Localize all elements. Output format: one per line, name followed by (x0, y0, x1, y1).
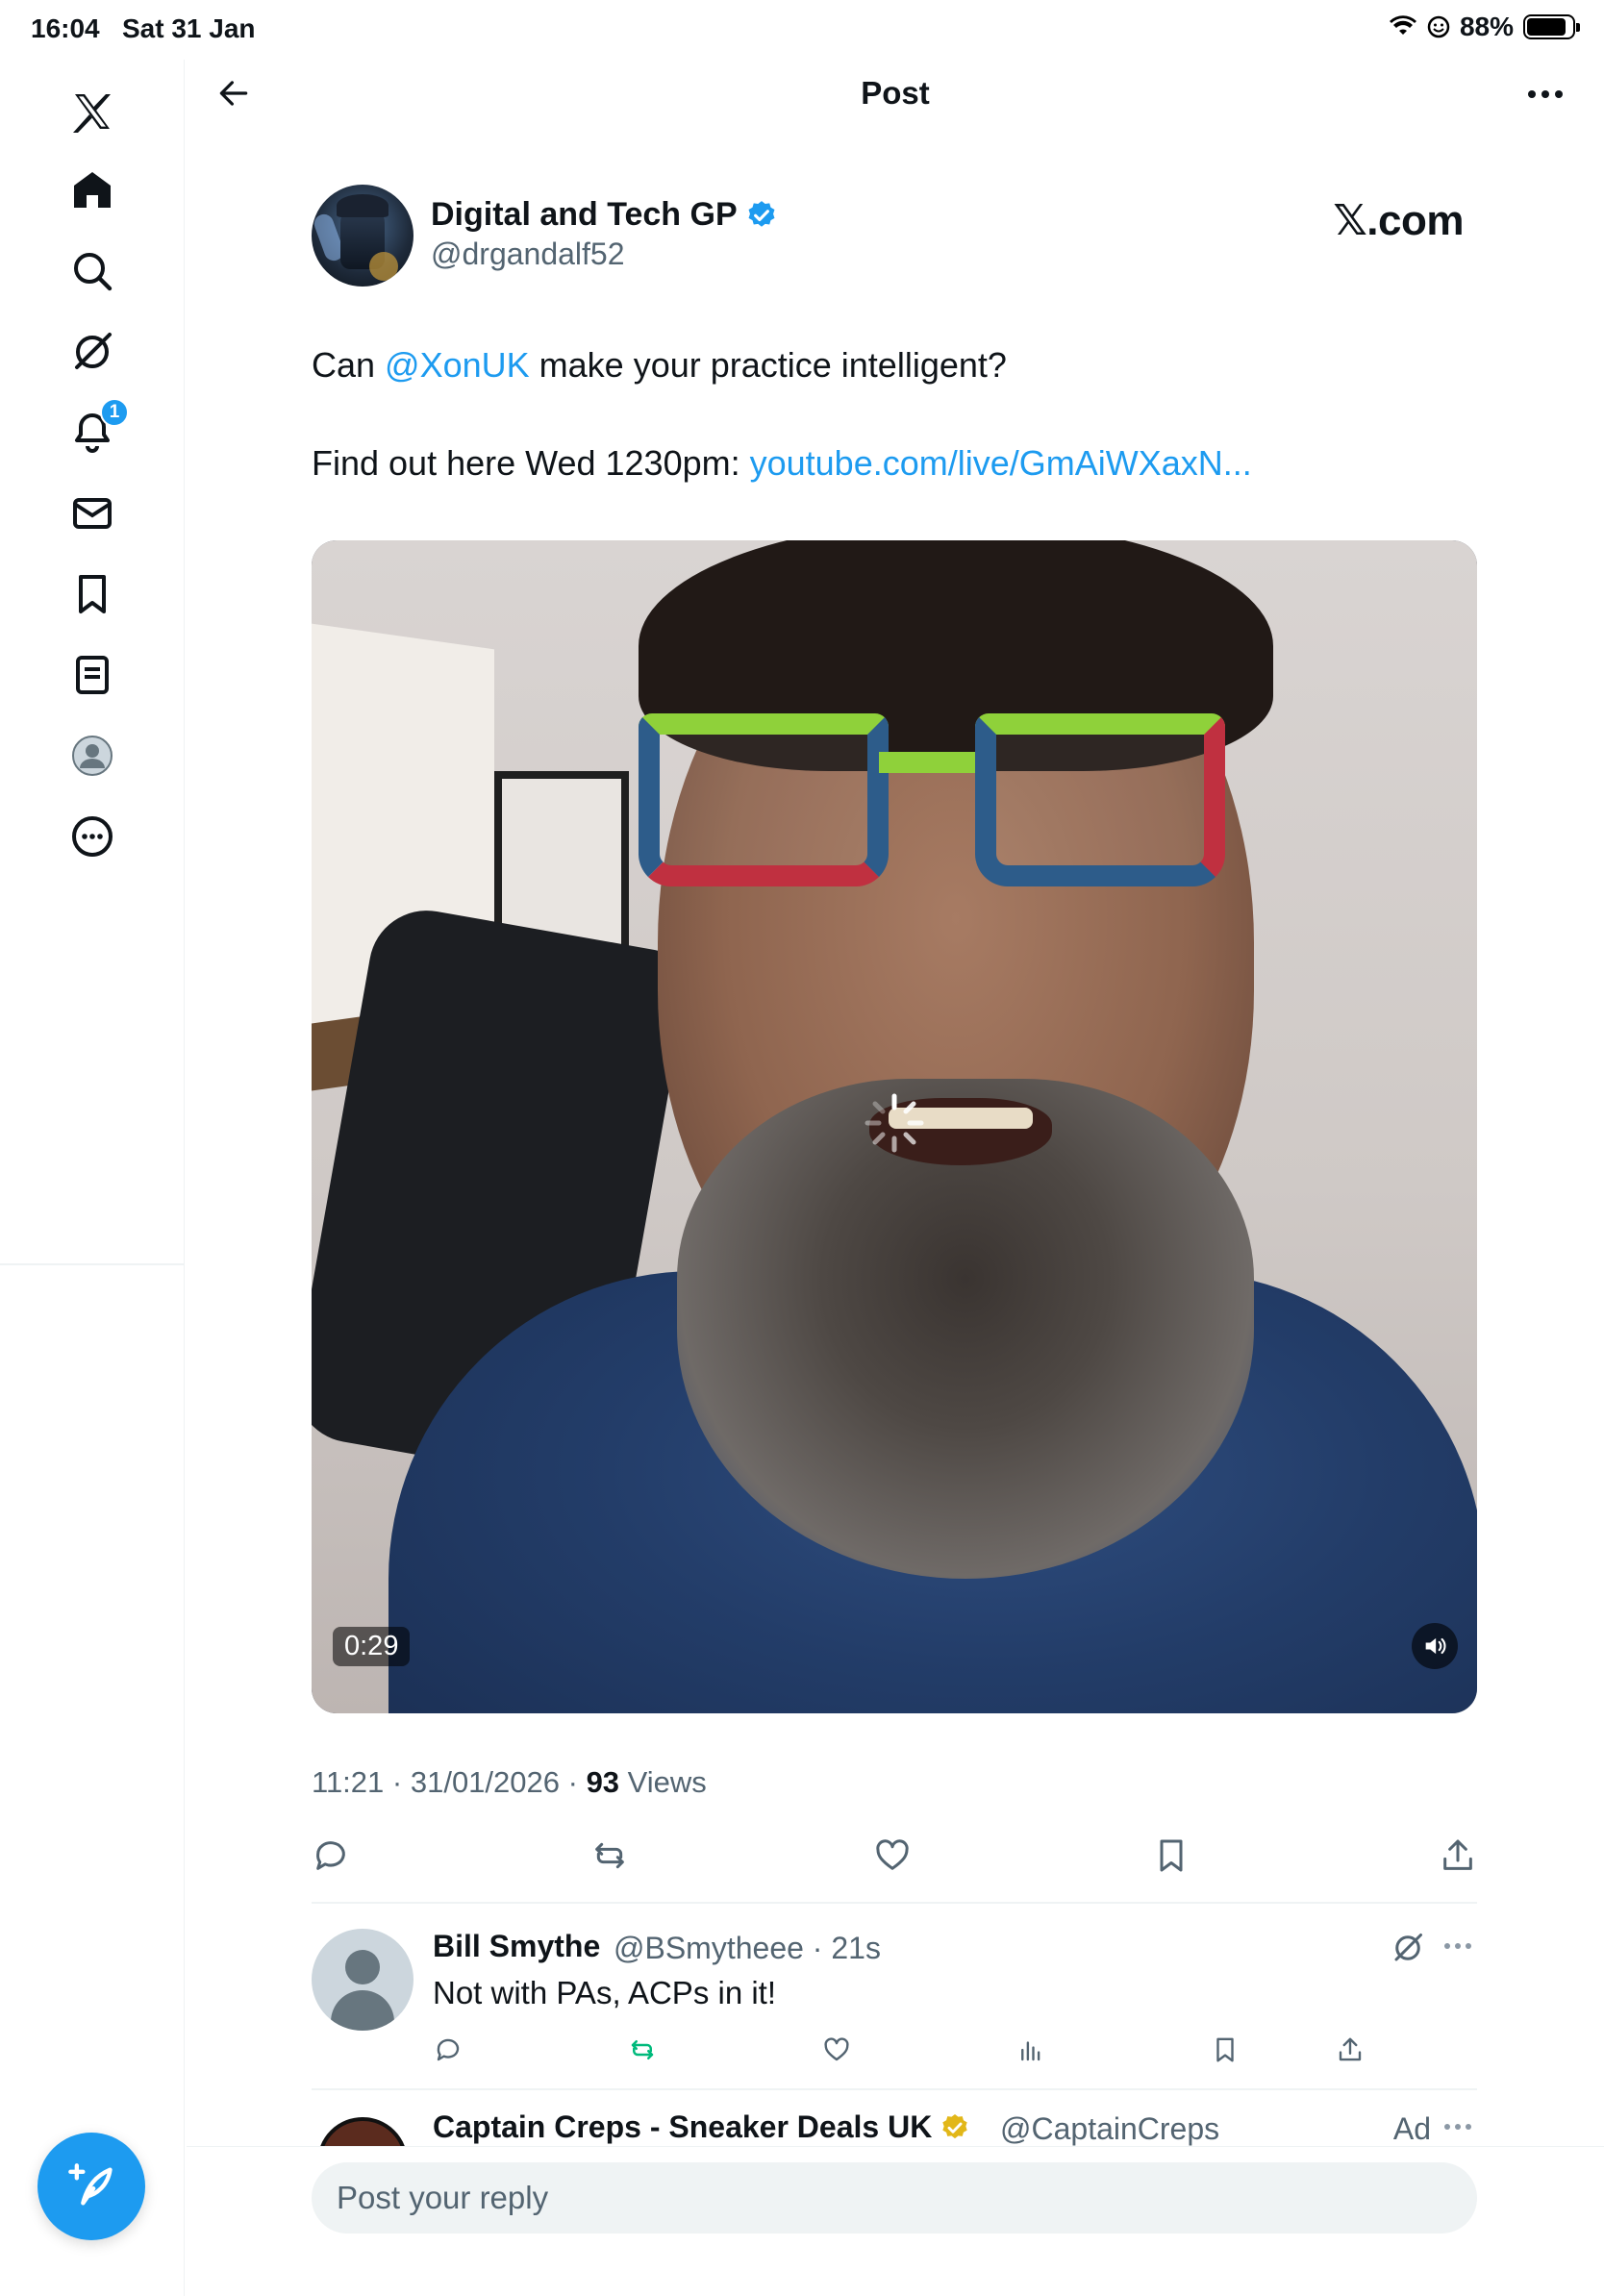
grok-icon[interactable] (63, 323, 121, 381)
share-button[interactable] (1433, 1831, 1483, 1881)
more-options-button[interactable] (1521, 77, 1569, 112)
author-avatar[interactable] (312, 185, 414, 287)
post-text-line1: Can @XonUK make your practice intelligen… (312, 344, 1007, 387)
bookmark-icon[interactable] (63, 565, 121, 623)
reply-like-button[interactable] (817, 2031, 856, 2069)
reply-separator (312, 2088, 1477, 2090)
ellipsis-icon (1444, 2124, 1471, 2130)
compose-button[interactable] (38, 2133, 145, 2240)
post-text-line2: Find out here Wed 1230pm: youtube.com/li… (312, 442, 1252, 485)
more-circle-icon[interactable] (63, 808, 121, 865)
reply-button[interactable] (306, 1831, 356, 1881)
ad-avatar[interactable] (317, 2117, 408, 2146)
reply-author-name[interactable]: Bill Smythe (433, 1929, 600, 1964)
reply-text: Not with PAs, ACPs in it! (433, 1975, 777, 2010)
bookmark-icon (1160, 1839, 1183, 1872)
author-name[interactable]: Digital and Tech GP (431, 196, 778, 234)
x-logo-icon[interactable] (63, 83, 121, 140)
reply-input[interactable] (312, 2162, 1477, 2234)
post-meta: 11:21 · 31/01/2026 · 93 Views (312, 1765, 707, 1799)
ad-label: Ad (1392, 2111, 1431, 2146)
repost-icon (631, 2040, 654, 2059)
clock: 16:04 (31, 13, 100, 43)
speaker-icon (1425, 1637, 1446, 1655)
external-link[interactable]: youtube.com/live/GmAiWXaxN... (750, 443, 1252, 483)
face-icon (1427, 15, 1450, 38)
loading-spinner-icon (865, 1093, 924, 1153)
status-time: 16:04 Sat 31 Jan (31, 13, 256, 44)
sidebar: 1 (0, 60, 185, 2296)
avatar[interactable] (312, 1929, 414, 2031)
views-count: 93 (586, 1765, 620, 1799)
post-time: 11:21 (312, 1765, 385, 1799)
gold-verified-icon (942, 2113, 967, 2138)
author-name-text: Digital and Tech GP (431, 196, 738, 233)
video-player[interactable]: 0:29 (312, 540, 1477, 1713)
list-icon[interactable] (63, 646, 121, 704)
bookmark-button[interactable] (1146, 1831, 1196, 1881)
share-icon (1339, 2037, 1362, 2061)
battery-icon (1523, 14, 1580, 39)
analytics-icon (1021, 2041, 1040, 2061)
views-label: Views (627, 1765, 707, 1799)
reply-author-handle[interactable]: @BSmytheee · 21s (614, 1931, 881, 1966)
ad-name-text: Captain Creps - Sneaker Deals UK (433, 2109, 933, 2144)
comment-icon (316, 1841, 345, 1870)
post-header: Post (187, 60, 1604, 127)
verified-badge-icon (748, 200, 775, 227)
post-actions (312, 1831, 1477, 1888)
ad-author-handle[interactable]: @CaptainCreps (1000, 2111, 1219, 2146)
reply-share-button[interactable] (1331, 2031, 1369, 2069)
repost-icon (595, 1842, 624, 1869)
text-prefix: Can (312, 345, 386, 385)
notification-badge: 1 (100, 398, 129, 427)
reply-analytics-button[interactable] (1012, 2031, 1050, 2069)
bookmark-icon (1216, 2037, 1234, 2062)
reply-item[interactable]: Bill Smythe @BSmytheee · 21s Not with PA… (312, 1925, 1477, 2108)
wifi-icon (1389, 15, 1416, 35)
heart-icon (824, 2037, 849, 2061)
ad-more-button[interactable] (1439, 2115, 1477, 2138)
sidebar-divider (0, 1263, 185, 1265)
text-line2-prefix: Find out here Wed 1230pm: (312, 443, 750, 483)
share-icon (1443, 1839, 1472, 1870)
reply-reply-button[interactable] (429, 2031, 467, 2069)
envelope-icon[interactable] (63, 485, 121, 542)
status-bar: 16:04 Sat 31 Jan 88% (0, 0, 1604, 60)
video-duration: 0:29 (333, 1627, 411, 1666)
status-date: Sat 31 Jan (121, 13, 256, 43)
reply-more-button[interactable] (1439, 1934, 1477, 1958)
volume-button[interactable] (1412, 1623, 1458, 1669)
reply-repost-button[interactable] (623, 2031, 662, 2069)
grok-icon[interactable] (1391, 1931, 1425, 1965)
reply-composer (187, 2146, 1604, 2296)
page-title: Post (861, 75, 930, 111)
repost-button[interactable] (585, 1831, 635, 1881)
mention-link[interactable]: @XonUK (385, 345, 530, 385)
feather-plus-icon (68, 2163, 113, 2206)
ad-author-name[interactable]: Captain Creps - Sneaker Deals UK (433, 2109, 970, 2145)
avatar-icon[interactable] (63, 727, 121, 785)
home-icon[interactable] (63, 162, 121, 219)
ellipsis-icon (1528, 90, 1563, 98)
ellipsis-icon (1444, 1943, 1471, 1949)
author-handle[interactable]: @drgandalf52 (431, 237, 625, 272)
bell-icon[interactable]: 1 (63, 398, 129, 462)
post-date: 31/01/2026 (410, 1765, 560, 1799)
ad-item[interactable]: Captain Creps - Sneaker Deals UK @Captai… (312, 2106, 1477, 2146)
like-button[interactable] (867, 1831, 917, 1881)
heart-icon (876, 1839, 909, 1870)
reply-bookmark-button[interactable] (1206, 2031, 1244, 2069)
comment-icon (437, 2038, 460, 2061)
post-separator (312, 1902, 1477, 1904)
battery-percent: 88% (1459, 12, 1514, 41)
search-icon[interactable] (63, 242, 121, 300)
source-badge: 𝕏.com (1333, 197, 1464, 244)
text-suffix: make your practice intelligent? (529, 345, 1007, 385)
